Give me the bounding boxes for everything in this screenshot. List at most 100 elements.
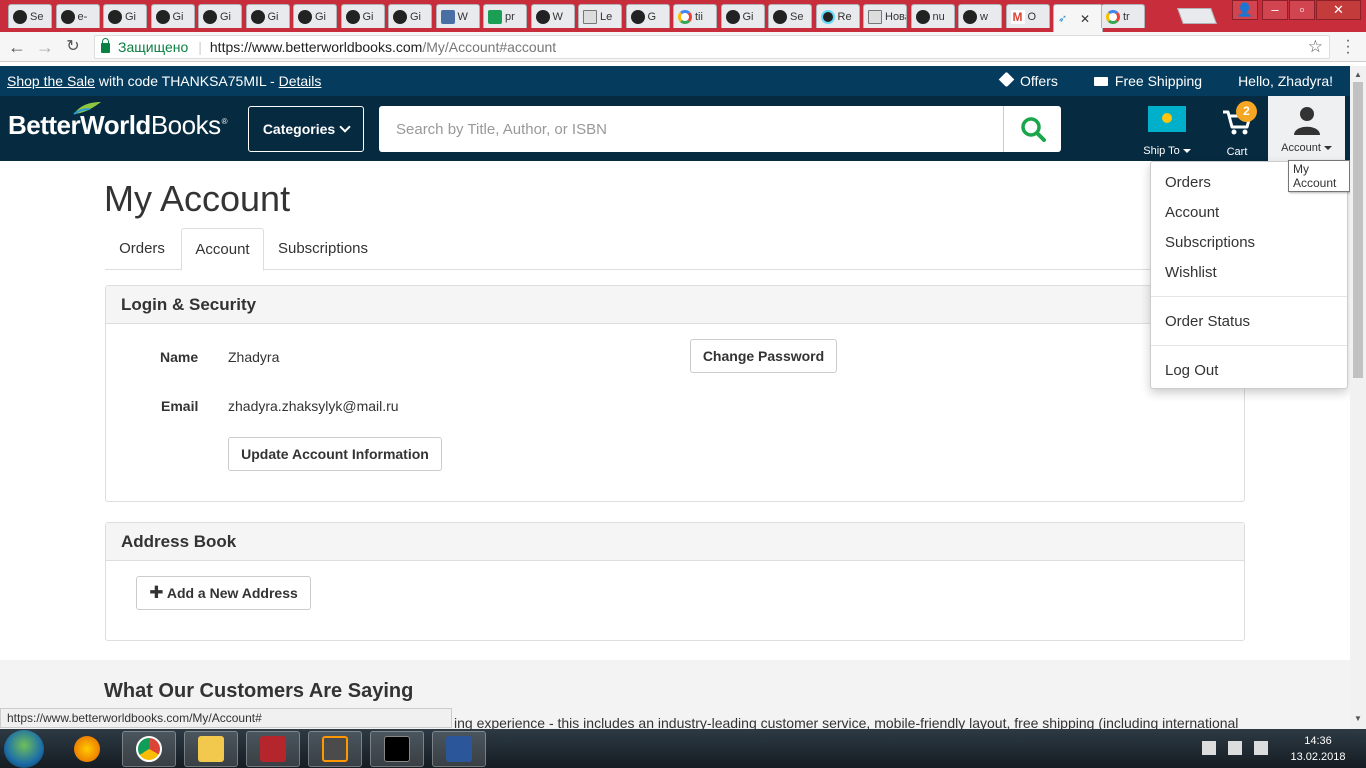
browser-tab-label: Gi xyxy=(362,10,374,23)
add-address-button[interactable]: ✚ Add a New Address xyxy=(136,576,311,610)
network-icon[interactable] xyxy=(1228,741,1242,755)
browser-tab[interactable]: w xyxy=(958,4,1002,28)
browser-tab[interactable]: Gi xyxy=(388,4,432,28)
taskbar-app[interactable] xyxy=(246,731,300,767)
browser-tab-label: Нова xyxy=(885,10,906,23)
page-scrollbar[interactable]: ▲ ▼ xyxy=(1350,66,1366,729)
start-button-icon[interactable] xyxy=(4,730,44,768)
browser-tab-label: w xyxy=(980,10,988,23)
close-tab-icon[interactable]: ✕ xyxy=(1080,12,1090,26)
menu-item-logout[interactable]: Log Out xyxy=(1165,362,1218,379)
browser-tab[interactable]: tii xyxy=(673,4,717,28)
browser-toolbar: ← → ↻ Защищено | https://www.betterworld… xyxy=(0,32,1366,62)
clock[interactable]: 14:36 13.02.2018 xyxy=(1278,729,1358,768)
search-button[interactable] xyxy=(1003,106,1061,152)
close-window-button[interactable]: ✕ xyxy=(1316,0,1361,20)
menu-divider xyxy=(1151,296,1347,297)
browser-tab[interactable]: Gi xyxy=(340,4,385,28)
menu-item-orders[interactable]: Orders xyxy=(1165,174,1211,191)
minimize-button[interactable]: – xyxy=(1262,0,1288,20)
github-icon xyxy=(915,9,930,24)
browser-menu-icon[interactable]: · · · xyxy=(1342,33,1354,61)
forward-icon[interactable]: → xyxy=(34,36,56,58)
browser-tab[interactable]: pr xyxy=(483,4,527,28)
tab-subscriptions[interactable]: Subscriptions xyxy=(267,228,379,270)
browser-tab[interactable]: Se xyxy=(8,4,52,28)
browser-tab[interactable]: Gi xyxy=(245,4,290,28)
volume-icon[interactable] xyxy=(1254,741,1268,755)
taskbar-word[interactable] xyxy=(432,731,486,767)
browser-tab[interactable]: Se xyxy=(768,4,812,28)
browser-tab[interactable]: tr xyxy=(1101,4,1145,28)
account-tabs: Orders Account Subscriptions xyxy=(105,228,1245,271)
tab-account[interactable]: Account xyxy=(181,228,264,271)
menu-item-order-status[interactable]: Order Status xyxy=(1165,313,1250,330)
browser-tab[interactable]: Gi xyxy=(103,4,147,28)
categories-button[interactable]: Categories xyxy=(248,106,364,152)
browser-tab-label: tii xyxy=(695,10,703,23)
browser-tab[interactable]: Le xyxy=(578,4,622,28)
maximize-button[interactable]: ▫ xyxy=(1289,0,1315,20)
taskbar-cmd[interactable] xyxy=(370,731,424,767)
address-book-panel: Address Book ✚ Add a New Address xyxy=(105,522,1245,641)
back-icon[interactable]: ← xyxy=(6,36,28,58)
search-input[interactable] xyxy=(379,106,1004,152)
browser-tab-label: Gi xyxy=(267,10,279,23)
menu-item-account[interactable]: Account xyxy=(1165,204,1219,221)
browser-tab[interactable]: MO xyxy=(1005,4,1050,28)
caret-down-icon xyxy=(1182,149,1191,153)
update-account-info-button[interactable]: Update Account Information xyxy=(228,437,442,471)
details-link[interactable]: Details xyxy=(279,73,322,89)
windows-taskbar: 14:36 13.02.2018 xyxy=(0,729,1366,768)
browser-tab[interactable]: W xyxy=(435,4,480,28)
logo-text-better: Better xyxy=(8,110,81,140)
bookmark-star-icon[interactable]: ☆ xyxy=(1308,37,1323,57)
lock-icon xyxy=(101,38,110,53)
github-icon xyxy=(773,9,787,24)
browser-tab[interactable]: Gi xyxy=(198,4,242,28)
new-tab-button[interactable] xyxy=(1177,8,1217,24)
scroll-up-arrow-icon[interactable]: ▲ xyxy=(1354,70,1362,79)
free-shipping-link[interactable]: Free Shipping xyxy=(1093,73,1202,89)
browser-tab[interactable]: nu xyxy=(910,4,955,28)
menu-item-subscriptions[interactable]: Subscriptions xyxy=(1165,234,1255,251)
logo-text-books: Books xyxy=(150,110,221,140)
browser-tab[interactable]: Re xyxy=(815,4,860,28)
scroll-down-arrow-icon[interactable]: ▼ xyxy=(1354,714,1362,723)
word-icon xyxy=(446,736,472,762)
taskbar-chrome[interactable] xyxy=(122,731,176,767)
sublime-icon xyxy=(322,736,348,762)
menu-item-wishlist[interactable]: Wishlist xyxy=(1165,264,1217,281)
browser-tab[interactable]: e- xyxy=(55,4,100,28)
browser-tab-label: W xyxy=(552,10,563,23)
taskbar-explorer[interactable] xyxy=(184,731,238,767)
shop-sale-link[interactable]: Shop the Sale xyxy=(7,73,95,89)
scrollbar-thumb[interactable] xyxy=(1353,82,1363,378)
taskbar-firefox[interactable] xyxy=(60,731,114,767)
browser-tab[interactable]: G xyxy=(625,4,670,28)
signal-icon[interactable] xyxy=(1202,741,1216,755)
browser-tab[interactable]: ➶ ✕ xyxy=(1053,4,1103,32)
browser-tab[interactable]: Gi xyxy=(293,4,337,28)
account-button[interactable]: Account xyxy=(1268,96,1345,161)
tab-orders[interactable]: Orders xyxy=(105,228,179,270)
url-path: /My/Account#account xyxy=(422,39,557,55)
github-icon xyxy=(963,9,977,24)
site-logo[interactable]: Better World Books ® xyxy=(8,102,228,141)
profile-button[interactable]: 👤 xyxy=(1232,0,1258,20)
promo-bar: Shop the Sale with code THANKSA75MIL - D… xyxy=(0,66,1350,96)
offers-link[interactable]: Offers xyxy=(998,71,1058,89)
taskbar-sublime[interactable] xyxy=(308,731,362,767)
browser-tab[interactable]: Нова xyxy=(863,4,907,28)
browser-tab[interactable]: W xyxy=(530,4,575,28)
ship-to-button[interactable]: Ship To xyxy=(1140,106,1194,157)
browser-tab[interactable]: Gi xyxy=(150,4,195,28)
gmail-icon: M xyxy=(1010,9,1025,24)
github-icon xyxy=(630,9,645,24)
browser-tab[interactable]: Gi xyxy=(720,4,765,28)
address-bar[interactable]: Защищено | https://www.betterworldbooks.… xyxy=(94,35,1330,59)
reload-icon[interactable]: ↻ xyxy=(62,36,84,58)
github-icon xyxy=(298,9,312,24)
browser-tab-label: Se xyxy=(30,10,44,23)
change-password-button[interactable]: Change Password xyxy=(690,339,837,373)
